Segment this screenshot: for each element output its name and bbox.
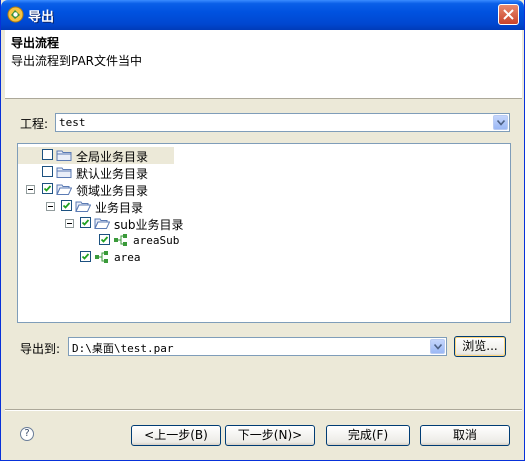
- tree-node-label: area: [114, 251, 141, 264]
- title-bar[interactable]: 导出: [1, 0, 524, 30]
- export-path-dropdown-button[interactable]: [430, 339, 445, 354]
- finish-button[interactable]: 完成(F): [326, 425, 410, 446]
- app-logo-icon: [7, 6, 24, 23]
- checkbox[interactable]: [42, 149, 53, 160]
- export-dialog: 导出 导出流程 导出流程到PAR文件当中 工程: test 全局业务目录 默认业…: [0, 0, 525, 461]
- project-combo[interactable]: test: [55, 113, 510, 132]
- tree-node-label: sub业务目录: [114, 218, 184, 232]
- collapse-toggle[interactable]: [46, 202, 55, 211]
- tree-node-label: 业务目录: [95, 201, 144, 215]
- checkbox[interactable]: [99, 234, 110, 245]
- checkbox[interactable]: [61, 200, 72, 211]
- project-dropdown-button[interactable]: [493, 115, 508, 130]
- collapse-toggle[interactable]: [65, 219, 74, 228]
- project-label: 工程:: [20, 117, 49, 131]
- folder-icon: [56, 167, 72, 178]
- footer-separator: [5, 409, 522, 411]
- catalog-tree[interactable]: 全局业务目录 默认业务目录 领域业务目录 业务目录 sub业务目录 areaSu…: [17, 143, 511, 323]
- next-button[interactable]: 下一步(N)>: [225, 425, 315, 446]
- tree-node-label: 领域业务目录: [76, 184, 149, 198]
- project-value: test: [59, 116, 86, 129]
- header-title: 导出流程: [11, 36, 60, 50]
- tree-node-label: 全局业务目录: [76, 150, 149, 164]
- tree-node-label: 默认业务目录: [76, 167, 149, 181]
- export-path-value: D:\桌面\test.par: [72, 342, 174, 355]
- folder-icon: [56, 150, 72, 161]
- export-path-combo[interactable]: D:\桌面\test.par: [68, 337, 447, 356]
- folder-open-icon: [75, 201, 91, 212]
- close-button[interactable]: [498, 4, 519, 25]
- checkmark-icon: [43, 185, 52, 192]
- tree-node-label: areaSub: [133, 234, 180, 247]
- wizard-header: 导出流程 导出流程到PAR文件当中: [5, 30, 522, 99]
- folder-open-icon: [56, 184, 72, 195]
- browse-button[interactable]: 浏览...: [454, 336, 506, 357]
- process-icon: [114, 234, 127, 246]
- close-icon: [503, 9, 514, 20]
- checkbox[interactable]: [80, 251, 91, 262]
- tree-node-global[interactable]: 全局业务目录: [18, 147, 174, 164]
- cancel-button[interactable]: 取消: [420, 425, 510, 446]
- header-description: 导出流程到PAR文件当中: [11, 54, 143, 68]
- folder-open-icon: [94, 218, 110, 229]
- window-title: 导出: [28, 10, 55, 25]
- export-to-label: 导出到:: [20, 342, 61, 356]
- checkmark-icon: [62, 202, 71, 209]
- checkbox[interactable]: [80, 217, 91, 228]
- checkmark-icon: [81, 253, 90, 260]
- help-icon[interactable]: ?: [20, 427, 34, 441]
- chevron-down-icon: [497, 120, 505, 126]
- collapse-toggle[interactable]: [26, 185, 35, 194]
- checkbox[interactable]: [42, 183, 53, 194]
- checkmark-icon: [100, 236, 109, 243]
- chevron-down-icon: [434, 344, 442, 350]
- checkmark-icon: [81, 219, 90, 226]
- process-icon: [95, 251, 108, 263]
- wizard-body: 工程: test 全局业务目录 默认业务目录 领域业务目录 业务目录 sub业务…: [5, 99, 522, 457]
- checkbox[interactable]: [42, 166, 53, 177]
- back-button[interactable]: <上一步(B): [131, 425, 221, 446]
